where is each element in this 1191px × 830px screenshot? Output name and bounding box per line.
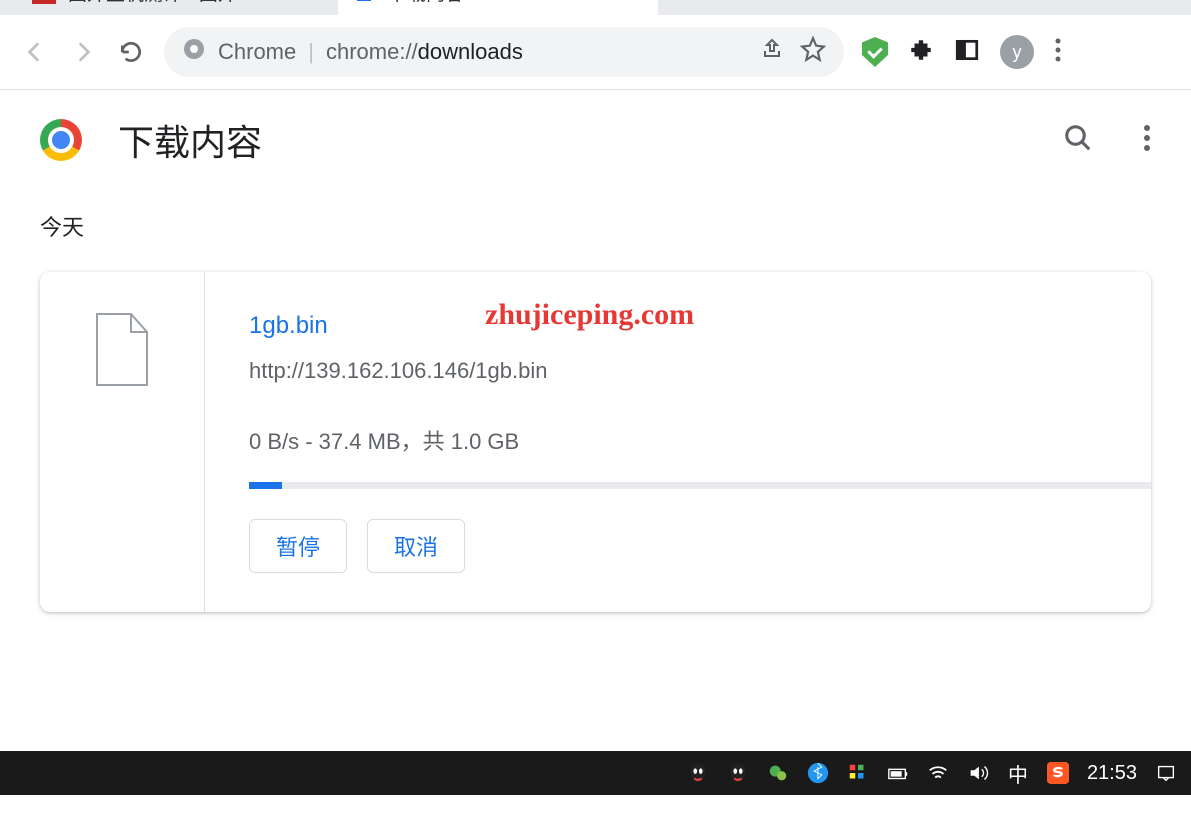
page-title: 下载内容	[118, 114, 262, 166]
volume-icon[interactable]	[967, 762, 989, 784]
battery-icon[interactable]	[887, 762, 909, 784]
wifi-icon[interactable]	[927, 762, 949, 784]
qq-icon[interactable]	[727, 762, 749, 784]
download-icon	[352, 0, 376, 4]
chrome-logo-icon	[40, 119, 82, 161]
panel-icon[interactable]	[954, 37, 980, 68]
reload-button[interactable]	[116, 37, 146, 67]
avatar-letter: y	[1013, 42, 1022, 63]
tab-title: 下载内容	[388, 0, 464, 6]
wechat-icon[interactable]	[767, 762, 789, 784]
section-today: 今天	[40, 210, 1151, 242]
ime-indicator[interactable]: 中	[1007, 762, 1029, 784]
taskbar-clock[interactable]: 21:53	[1087, 762, 1137, 785]
download-progress-text: 0 B/s - 37.4 MB，共 1.0 GB	[249, 424, 1151, 456]
close-icon[interactable]: ×	[311, 0, 324, 5]
progress-fill	[249, 482, 282, 489]
sogou-icon[interactable]	[1047, 762, 1069, 784]
omnibox-divider: |	[308, 39, 314, 65]
url-path: downloads	[418, 39, 523, 64]
forward-button[interactable]	[68, 37, 98, 67]
extension-icons: y	[862, 35, 1062, 69]
qq-icon[interactable]	[687, 762, 709, 784]
chrome-icon	[182, 37, 206, 67]
kebab-menu-icon[interactable]	[1054, 37, 1062, 68]
back-button[interactable]	[20, 37, 50, 67]
cancel-button[interactable]: 取消	[367, 519, 465, 573]
address-bar[interactable]: Chrome | chrome://downloads	[164, 27, 844, 77]
browser-toolbar: Chrome | chrome://downloads y	[0, 15, 1191, 90]
pause-button[interactable]: 暂停	[249, 519, 347, 573]
watermark: zhujiceping.com	[485, 298, 694, 332]
favicon-red	[32, 0, 56, 4]
bluetooth-icon[interactable]	[807, 762, 829, 784]
notifications-icon[interactable]	[1155, 762, 1177, 784]
page-header: 下载内容	[0, 90, 1191, 190]
tab-active[interactable]: 下载内容 ×	[338, 0, 658, 15]
kebab-menu-icon[interactable]	[1143, 124, 1151, 157]
downloads-content: 今天 zhujiceping.com 1gb.bin http://139.16…	[0, 190, 1191, 612]
avatar[interactable]: y	[1000, 35, 1034, 69]
new-tab-button[interactable]: +	[668, 0, 708, 11]
shield-icon[interactable]	[862, 37, 888, 67]
tab-strip: 国外主机测评 - 国外 × 下载内容 × +	[0, 0, 1191, 15]
download-card: zhujiceping.com 1gb.bin http://139.162.1…	[40, 272, 1151, 612]
download-actions: 暂停 取消	[249, 519, 1151, 573]
share-icon[interactable]	[760, 37, 784, 67]
search-icon[interactable]	[1063, 123, 1093, 158]
progress-bar	[249, 482, 1151, 489]
omnibox-prefix: Chrome	[218, 39, 296, 65]
download-url: http://139.162.106.146/1gb.bin	[249, 358, 1151, 384]
card-body: zhujiceping.com 1gb.bin http://139.162.1…	[205, 272, 1151, 612]
tab-title: 国外主机测评 - 国外	[68, 0, 237, 6]
url-dim: chrome://	[326, 39, 418, 64]
download-filename[interactable]: 1gb.bin	[249, 312, 1151, 340]
star-icon[interactable]	[800, 36, 826, 68]
app-icon[interactable]	[847, 762, 869, 784]
tab-inactive[interactable]: 国外主机测评 - 国外 ×	[18, 0, 338, 15]
file-icon	[92, 312, 152, 387]
card-icon-column	[40, 272, 205, 612]
extensions-icon[interactable]	[908, 37, 934, 68]
windows-taskbar: 中 21:53	[0, 751, 1191, 795]
close-icon[interactable]: ×	[631, 0, 644, 5]
